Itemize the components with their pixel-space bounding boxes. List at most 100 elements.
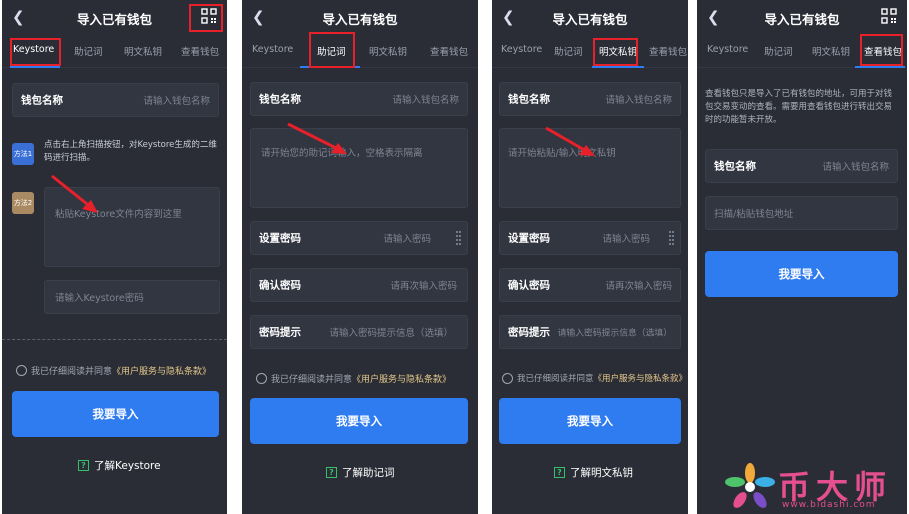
learn-private-key-link[interactable]: ? 了解明文私钥 [554, 465, 633, 480]
learn-label: 了解明文私钥 [570, 467, 633, 479]
screen-mnemonic: ❮ 导入已有钱包 Keystore 助记词 明文私钥 查看钱包 钱包名称 请输入… [242, 0, 478, 514]
learn-label: 了解Keystore [94, 460, 161, 472]
agree-prefix: 我已仔细阅读并同意 [517, 374, 594, 384]
page-title: 导入已有钱包 [322, 12, 398, 27]
tab-private-key[interactable]: 明文私钥 [812, 44, 850, 58]
terms-agreement[interactable]: 我已仔细阅读并同意 《用户服务与隐私条款》 [502, 372, 687, 384]
tab-watch-wallet[interactable]: 查看钱包 [181, 44, 219, 58]
drag-handle-icon [456, 231, 461, 245]
page-title: 导入已有钱包 [764, 12, 840, 27]
terms-link[interactable]: 《用户服务与隐私条款》 [112, 364, 211, 377]
wallet-name-placeholder: 请输入钱包名称 [143, 96, 210, 107]
confirm-password-label: 确认密码 [259, 279, 301, 292]
drag-handle-icon [669, 231, 674, 245]
tab-keystore[interactable]: Keystore [707, 44, 748, 55]
active-tab-indicator [855, 66, 905, 68]
password-hint-placeholder: 请输入密码提示信息（选填） [329, 328, 453, 339]
active-tab-indicator [10, 66, 60, 68]
tab-private-key[interactable]: 明文私钥 [369, 44, 407, 58]
wallet-name-placeholder: 请输入钱包名称 [822, 162, 889, 173]
wallet-name-label: 钱包名称 [714, 160, 756, 173]
tab-watch-wallet[interactable]: 查看钱包 [430, 44, 468, 58]
agree-radio[interactable] [502, 372, 513, 384]
question-icon: ? [326, 467, 337, 478]
terms-agreement[interactable]: 我已仔细阅读并同意 《用户服务与隐私条款》 [16, 364, 211, 377]
keystore-password-input[interactable]: 请输入Keystore密码 [44, 280, 220, 314]
tab-mnemonic[interactable]: 助记词 [74, 44, 103, 58]
keystore-password-placeholder: 请输入Keystore密码 [55, 293, 144, 304]
password-hint-field[interactable]: 密码提示 请输入密码提示信息（选填） [499, 315, 681, 349]
qr-scan-icon[interactable] [881, 8, 897, 24]
tab-bar: Keystore 助记词 明文私钥 查看钱包 [492, 36, 688, 68]
set-password-field[interactable]: 设置密码 请输入密码 [499, 221, 681, 255]
set-password-field[interactable]: 设置密码 请输入密码 [250, 221, 468, 255]
learn-keystore-link[interactable]: ? 了解Keystore [78, 458, 161, 473]
learn-mnemonic-link[interactable]: ? 了解助记词 [326, 465, 395, 480]
divider [2, 339, 227, 340]
wallet-address-placeholder: 扫描/粘贴钱包地址 [714, 209, 794, 220]
confirm-password-field[interactable]: 确认密码 请再次输入密码 [499, 268, 681, 302]
screen-watch-wallet: ❮ 导入已有钱包 Keystore 助记词 明文私钥 查看钱包 查看钱包只是导入… [697, 0, 907, 514]
confirm-password-label: 确认密码 [508, 279, 550, 292]
password-hint-label: 密码提示 [259, 326, 301, 339]
wallet-name-label: 钱包名称 [259, 93, 301, 106]
watermark-logo-icon [725, 463, 775, 508]
watch-wallet-notice: 查看钱包只是导入了已有钱包的地址，可用于对钱包交易变动的查看。需要用查看钱包进行… [705, 89, 893, 125]
password-hint-placeholder: 请输入密码提示信息（选填） [557, 328, 672, 339]
agree-prefix: 我已仔细阅读并同意 [31, 367, 113, 377]
tab-bar: Keystore 助记词 明文私钥 查看钱包 [242, 36, 478, 68]
password-hint-label: 密码提示 [508, 326, 550, 339]
import-button[interactable]: 我要导入 [250, 398, 468, 444]
header: ❮ 导入已有钱包 [242, 0, 478, 36]
confirm-password-field[interactable]: 确认密码 请再次输入密码 [250, 268, 468, 302]
agree-radio[interactable] [256, 373, 267, 384]
terms-agreement[interactable]: 我已仔细阅读并同意 《用户服务与隐私条款》 [256, 372, 451, 385]
set-password-placeholder: 请输入密码 [383, 234, 431, 245]
question-icon: ? [554, 467, 565, 478]
terms-link[interactable]: 《用户服务与隐私条款》 [594, 372, 688, 384]
confirm-password-placeholder: 请再次输入密码 [390, 281, 457, 292]
agree-radio[interactable] [16, 365, 27, 376]
wallet-name-field[interactable]: 钱包名称 请输入钱包名称 [705, 149, 898, 183]
wallet-address-input[interactable]: 扫描/粘贴钱包地址 [705, 196, 898, 230]
annotation-box [860, 34, 903, 66]
method2-badge: 方法2 [12, 192, 34, 214]
set-password-placeholder: 请输入密码 [602, 234, 650, 245]
annotation-box [309, 32, 355, 68]
method1-description: 点击右上角扫描按钮，对Keystore生成的二维码进行扫描。 [44, 140, 217, 163]
tab-keystore[interactable]: Keystore [252, 44, 293, 55]
annotation-box [10, 38, 61, 66]
agree-prefix: 我已仔细阅读并同意 [271, 375, 353, 385]
wallet-name-placeholder: 请输入钱包名称 [392, 95, 459, 106]
wallet-name-field[interactable]: 钱包名称 请输入钱包名称 [499, 82, 681, 116]
watermark-url: www.bidashi.com [782, 500, 876, 510]
mnemonic-input[interactable]: 请开始您的助记词输入，空格表示隔离 [250, 128, 468, 208]
password-hint-field[interactable]: 密码提示 请输入密码提示信息（选填） [250, 315, 468, 349]
annotation-box [189, 4, 223, 32]
set-password-label: 设置密码 [508, 232, 550, 245]
import-button[interactable]: 我要导入 [12, 391, 219, 437]
header: ❮ 导入已有钱包 [697, 0, 907, 36]
wallet-name-label: 钱包名称 [21, 94, 63, 107]
set-password-label: 设置密码 [259, 232, 301, 245]
wallet-name-label: 钱包名称 [508, 93, 550, 106]
screen-private-key: ❮ 导入已有钱包 Keystore 助记词 明文私钥 查看钱包 钱包名称 请输入… [492, 0, 688, 514]
learn-label: 了解助记词 [342, 467, 395, 479]
wallet-name-field[interactable]: 钱包名称 请输入钱包名称 [12, 83, 219, 117]
tab-keystore[interactable]: Keystore [501, 44, 542, 55]
tab-watch-wallet[interactable]: 查看钱包 [649, 44, 687, 58]
wallet-name-field[interactable]: 钱包名称 请输入钱包名称 [250, 82, 468, 116]
active-tab-indicator [592, 66, 644, 68]
tab-mnemonic[interactable]: 助记词 [554, 44, 583, 58]
annotation-arrow [51, 174, 98, 213]
tab-mnemonic[interactable]: 助记词 [764, 44, 793, 58]
tab-private-key[interactable]: 明文私钥 [124, 44, 162, 58]
annotation-box [593, 38, 638, 66]
method1-badge: 方法1 [12, 143, 34, 165]
question-icon: ? [78, 460, 89, 471]
import-button[interactable]: 我要导入 [499, 398, 681, 444]
header: ❮ 导入已有钱包 [492, 0, 688, 36]
import-button[interactable]: 我要导入 [705, 251, 898, 297]
wallet-name-placeholder: 请输入钱包名称 [605, 95, 672, 106]
terms-link[interactable]: 《用户服务与隐私条款》 [352, 372, 451, 385]
